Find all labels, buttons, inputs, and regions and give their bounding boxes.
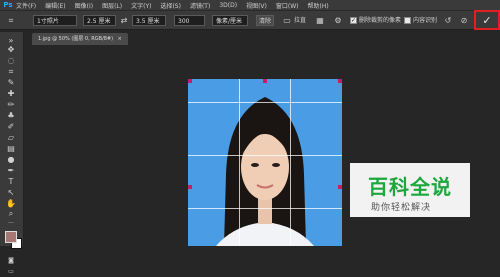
- check-icon: ✓: [482, 13, 492, 27]
- crop-width-field[interactable]: 2.5 厘米: [83, 15, 116, 26]
- crop-handle-top-right[interactable]: [338, 79, 342, 83]
- history-brush-icon[interactable]: ✐: [4, 122, 18, 132]
- menu-view[interactable]: 视图(V): [246, 1, 267, 10]
- crop-handle-top-left[interactable]: [188, 79, 192, 83]
- clone-stamp-icon[interactable]: ♣: [4, 111, 18, 121]
- quick-mask-icon[interactable]: ◙: [4, 256, 18, 266]
- crop-width-value: 2.5 厘米: [87, 18, 111, 25]
- foreground-color-swatch[interactable]: [5, 231, 17, 243]
- crop-tool-icon[interactable]: ⌗: [6, 16, 16, 26]
- watermark-subtitle: 助你轻松解决: [371, 203, 432, 213]
- gear-icon[interactable]: ⚙: [333, 16, 343, 26]
- eyedropper-tool-icon[interactable]: ✎: [4, 78, 18, 88]
- zoom-tool-icon[interactable]: ⌕: [4, 209, 18, 219]
- menu-layer[interactable]: 图层(L): [102, 1, 122, 10]
- blur-tool-icon[interactable]: ●: [4, 155, 18, 165]
- crop-height-field[interactable]: 3.5 厘米: [132, 15, 166, 26]
- crop-height-value: 3.5 厘米: [136, 18, 160, 25]
- resolution-field[interactable]: 300: [174, 15, 205, 26]
- tools-panel: » ✥ ◌ ⌗ ✎ ✚ ✏ ♣ ✐ ▱ ▤ ● ✒ T ↖ ✋ ⌕ ··· ◙ …: [0, 32, 24, 275]
- document-tab[interactable]: 1.jpg @ 50% (图层 0, RGB/8#) ×: [32, 33, 128, 45]
- menu-help[interactable]: 帮助(H): [308, 1, 329, 10]
- delete-cropped-checkbox[interactable]: ✓: [350, 17, 357, 24]
- commit-crop-button[interactable]: ✓: [474, 10, 500, 30]
- menu-image[interactable]: 图像(I): [75, 1, 93, 10]
- crop-handle-left[interactable]: [188, 185, 192, 189]
- edit-toolbar-icon[interactable]: ···: [4, 219, 18, 229]
- ratio-select[interactable]: 1寸照片: [33, 15, 77, 26]
- crop-handle-right[interactable]: [338, 185, 342, 189]
- cancel-icon[interactable]: ⊘: [459, 16, 469, 26]
- menu-file[interactable]: 文件(F): [16, 1, 36, 10]
- healing-brush-icon[interactable]: ✚: [4, 89, 18, 99]
- straighten-label: 拉直: [294, 17, 307, 24]
- menu-3d[interactable]: 3D(D): [219, 2, 237, 9]
- reset-icon[interactable]: ↺: [443, 16, 453, 26]
- hand-tool-icon[interactable]: ✋: [4, 199, 18, 209]
- document-canvas[interactable]: [188, 79, 342, 246]
- path-select-icon[interactable]: ↖: [4, 188, 18, 198]
- photoshop-logo: Ps: [3, 1, 13, 9]
- gradient-tool-icon[interactable]: ▤: [4, 144, 18, 154]
- delete-cropped-label: 删除裁剪的像素: [359, 17, 402, 24]
- crop-tool-icon[interactable]: ⌗: [4, 67, 18, 77]
- eraser-tool-icon[interactable]: ▱: [4, 133, 18, 143]
- type-tool-icon[interactable]: T: [4, 177, 18, 187]
- pen-tool-icon[interactable]: ✒: [4, 166, 18, 176]
- close-icon[interactable]: ×: [118, 36, 122, 42]
- overlay-grid-icon[interactable]: ▦: [315, 16, 325, 26]
- screen-mode-icon[interactable]: ▭: [4, 267, 18, 277]
- document-tab-title: 1.jpg @ 50% (图层 0, RGB/8#): [38, 36, 114, 42]
- brush-tool-icon[interactable]: ✏: [4, 100, 18, 110]
- ratio-select-value: 1寸照片: [37, 18, 59, 25]
- swap-dimensions-icon[interactable]: ⇄: [119, 16, 129, 26]
- straighten-icon[interactable]: ▭: [282, 16, 292, 26]
- lasso-tool-icon[interactable]: ◌: [4, 56, 18, 66]
- menu-filter[interactable]: 滤镜(T): [190, 1, 210, 10]
- crop-grid-line: [188, 208, 342, 209]
- crop-handle-top[interactable]: [263, 79, 267, 83]
- menu-edit[interactable]: 编辑(E): [45, 1, 65, 10]
- content-aware-label: 内容识别: [413, 17, 438, 24]
- menu-type[interactable]: 文字(Y): [131, 1, 151, 10]
- menu-bar: Ps 文件(F) 编辑(E) 图像(I) 图层(L) 文字(Y) 选择(S) 滤…: [0, 0, 500, 10]
- portrait-photo: [216, 97, 314, 246]
- menu-select[interactable]: 选择(S): [160, 1, 181, 10]
- crop-grid-line: [239, 79, 240, 246]
- crop-grid-line: [290, 79, 291, 246]
- resolution-value: 300: [178, 18, 190, 25]
- content-aware-checkbox[interactable]: [404, 17, 411, 24]
- watermark-title: 百科全说: [368, 175, 452, 199]
- resolution-unit-select[interactable]: 像素/厘米: [212, 15, 248, 26]
- resolution-unit-value: 像素/厘米: [216, 18, 243, 25]
- options-bar: ⌗ 1寸照片 2.5 厘米 ⇄ 3.5 厘米 300 像素/厘米 清除 ▭ 拉直…: [0, 10, 500, 30]
- watermark-badge: 百科全说 助你轻松解决: [350, 163, 470, 217]
- menu-window[interactable]: 窗口(W): [276, 1, 299, 10]
- crop-grid-line: [188, 102, 342, 103]
- clear-button[interactable]: 清除: [256, 15, 274, 26]
- move-tool-icon[interactable]: ✥: [4, 45, 18, 55]
- crop-grid-line: [188, 155, 342, 156]
